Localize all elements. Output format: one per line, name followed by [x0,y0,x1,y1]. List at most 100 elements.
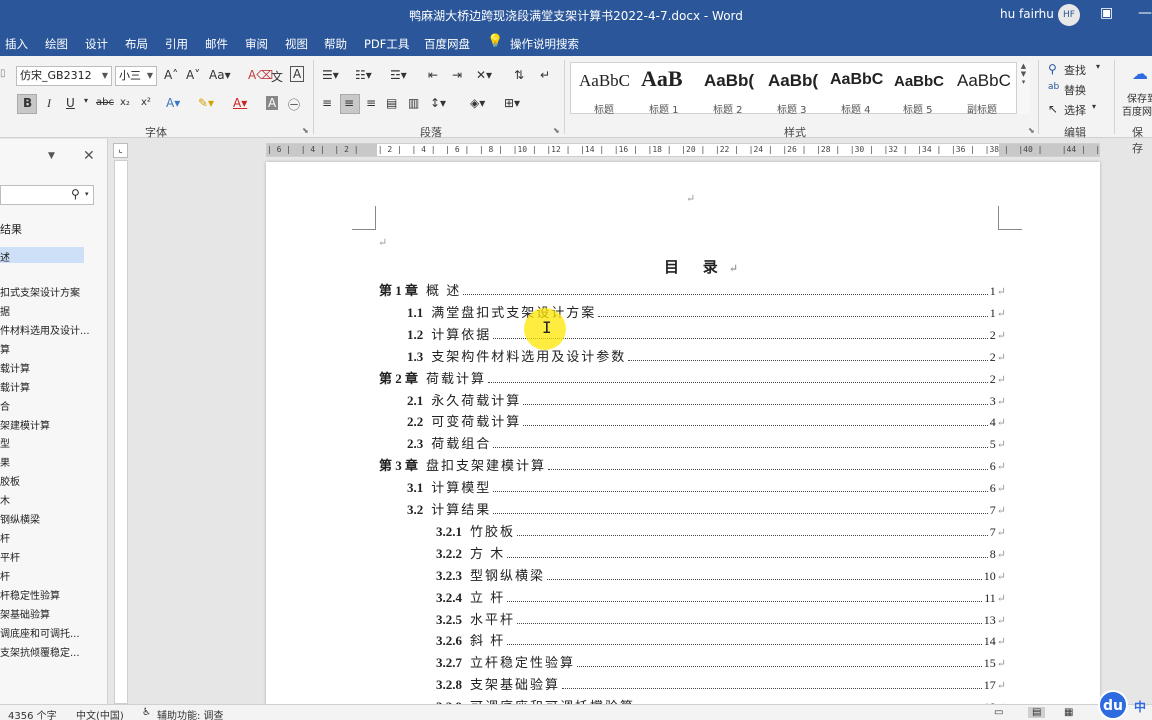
tab-mailings[interactable]: 邮件 [205,36,228,52]
tab-view[interactable]: 视图 [285,36,308,52]
borders-icon[interactable]: ⊞▾ [504,96,520,110]
line-spacing-icon[interactable]: ↕▾ [430,96,446,110]
bold-icon[interactable]: B [23,96,32,110]
decrease-indent-icon[interactable]: ⇤ [428,68,438,82]
tab-pdf-tools[interactable]: PDF工具 [364,36,409,52]
nav-heading[interactable]: 平杆 [0,549,20,564]
chevron-down-icon[interactable]: ▾ [1092,102,1096,111]
nav-heading[interactable]: 支架抗倾覆稳定... [0,644,80,659]
tab-selector-button[interactable]: ⌞ [113,143,128,158]
nav-heading[interactable]: 钢纵横梁 [0,511,40,526]
toc-entry[interactable]: 2.2 可变荷载计算 4 ↵ [407,411,1006,429]
styles-dialog-launcher-icon[interactable]: ⬊ [1028,126,1035,135]
nav-heading[interactable]: 架基础验算 [0,606,50,621]
baidu-du-logo[interactable]: du [1098,690,1128,720]
nav-heading[interactable]: 杆 [0,568,10,583]
word-count[interactable]: 4356 个字 [8,707,57,720]
document-page[interactable]: ↵ ↵ 目 录↵ 第 1 章概 述 1 ↵ 1.1 满堂盘扣式支架设计方案 1 ↵ 1.2 计算… [266,162,1100,720]
tell-me-search[interactable]: 操作说明搜索 [510,36,579,52]
web-layout-icon[interactable]: ▦ [1064,707,1073,718]
chinese-layout-icon[interactable]: ✕▾ [476,68,492,82]
toc-entry[interactable]: 1.1 满堂盘扣式支架设计方案 1 ↵ [407,302,1006,320]
styles-gallery-scroll[interactable]: ▲ ▼ ▾ [1016,62,1030,114]
print-layout-icon[interactable]: ▤ [1028,707,1046,718]
chevron-down-icon[interactable]: ▼ [48,151,55,161]
sort-icon[interactable]: ⇅ [514,68,524,82]
tab-design[interactable]: 设计 [85,36,108,52]
nav-heading[interactable]: 果 [0,454,10,469]
ribbon-display-icon[interactable]: ▣ [1100,5,1113,21]
nav-heading[interactable]: 算 [0,341,10,356]
align-left-icon[interactable]: ≡ [322,96,332,110]
user-name[interactable]: hu fairhu [1000,7,1054,21]
shrink-font-icon[interactable]: A˅ [186,68,200,82]
font-dialog-launcher-icon[interactable]: ⬊ [302,126,309,135]
language-indicator[interactable]: 中文(中国) [76,707,124,720]
select-button[interactable]: 选择 [1064,102,1086,118]
nav-heading[interactable]: 扣式支架设计方案 [0,284,80,299]
font-color-icon[interactable]: A▾ [233,96,247,110]
search-icon[interactable]: ⚲ [71,187,80,201]
nav-heading[interactable]: 杆稳定性验算 [0,587,60,602]
replace-button[interactable]: 替换 [1064,82,1086,98]
toc-entry[interactable]: 2.3 荷载组合 5 ↵ [407,433,1006,451]
underline-icon[interactable]: U [66,96,75,110]
paragraph-dialog-launcher-icon[interactable]: ⬊ [553,126,560,135]
clear-formatting-icon[interactable]: A⌫ [248,68,273,82]
tab-draw[interactable]: 绘图 [45,36,68,52]
phonetic-guide-icon[interactable]: 文 [271,68,283,85]
italic-icon[interactable]: I [47,96,51,111]
bullets-icon[interactable]: ☰▾ [322,68,339,82]
character-border-icon[interactable]: A [290,66,305,82]
minimize-icon[interactable]: — [1138,5,1152,21]
superscript-icon[interactable]: x² [141,97,151,108]
tab-review[interactable]: 审阅 [245,36,268,52]
ime-indicator[interactable]: 中 [1134,698,1146,715]
nav-heading[interactable]: 件材料选用及设计... [0,322,90,337]
nav-heading[interactable]: 载计算 [0,360,30,375]
numbering-icon[interactable]: ☷▾ [355,68,372,82]
horizontal-ruler[interactable]: | 6 | | 4 | | 2 | | 2 | | 4 | | 6 | | 8 … [266,143,1100,157]
tab-layout[interactable]: 布局 [125,36,148,52]
align-center-icon[interactable]: ≡ [344,96,354,110]
nav-heading[interactable]: 型 [0,435,10,450]
tab-references[interactable]: 引用 [165,36,188,52]
align-right-icon[interactable]: ≡ [366,96,376,110]
text-effects-icon[interactable]: A▾ [166,96,180,110]
highlight-color-icon[interactable]: ✎▾ [198,96,214,110]
toc-entry[interactable]: 1.2 计算依据 2 ↵ [407,324,1006,342]
nav-heading[interactable]: 架建模计算 [0,417,50,432]
tab-baidu-netdisk[interactable]: 百度网盘 [424,36,470,52]
accessibility-status[interactable]: 辅助功能: 调查 [157,707,224,720]
toc-entry[interactable]: 3.2 计算结果 7 ↵ [407,499,1006,517]
nav-heading[interactable]: 杆 [0,530,10,545]
toc-entry[interactable]: 3.2.7 立杆稳定性验算 15 ↵ [436,652,1006,670]
toc-entry[interactable]: 第 1 章概 述 1 ↵ [379,280,1006,298]
nav-heading[interactable]: 据 [0,303,10,318]
font-name-combo[interactable]: 仿宋_GB2312 ▼ [16,66,112,86]
grow-font-icon[interactable]: A˄ [164,68,178,82]
font-size-combo[interactable]: 小三 ▼ [115,66,157,86]
toc-entry[interactable]: 第 3 章盘扣支架建模计算 6 ↵ [379,455,1006,473]
chevron-down-icon[interactable]: ▾ [84,96,88,105]
chevron-down-icon[interactable]: ▾ [85,190,89,198]
toc-entry[interactable]: 3.2.2 方 木 8 ↵ [436,543,1006,561]
shading-icon[interactable]: ◈▾ [470,96,485,110]
justify-icon[interactable]: ▤ [386,96,397,110]
change-case-icon[interactable]: Aa▾ [209,68,231,82]
toc-entry[interactable]: 1.3 支架构件材料选用及设计参数 2 ↵ [407,346,1006,364]
toc-entry[interactable]: 第 2 章荷载计算 2 ↵ [379,368,1006,386]
close-icon[interactable]: ✕ [83,148,95,164]
toc-entry[interactable]: 3.2.4 立 杆 11 ↵ [436,587,1006,605]
avatar[interactable]: HF [1058,4,1080,26]
strikethrough-icon[interactable]: abc [96,97,114,108]
toc-entry[interactable]: 3.2.8 支架基础验算 17 ↵ [436,674,1006,692]
subscript-icon[interactable]: x₂ [120,97,130,108]
nav-heading[interactable]: 调底座和可调托... [0,625,80,640]
tab-insert[interactable]: 插入 [5,36,28,52]
toc-entry[interactable]: 3.1 计算模型 6 ↵ [407,477,1006,495]
find-button[interactable]: 查找 [1064,62,1086,78]
tab-help[interactable]: 帮助 [324,36,347,52]
toc-entry[interactable]: 3.2.6 斜 杆 14 ↵ [436,630,1006,648]
nav-results-tab[interactable]: 结果 [0,221,22,237]
